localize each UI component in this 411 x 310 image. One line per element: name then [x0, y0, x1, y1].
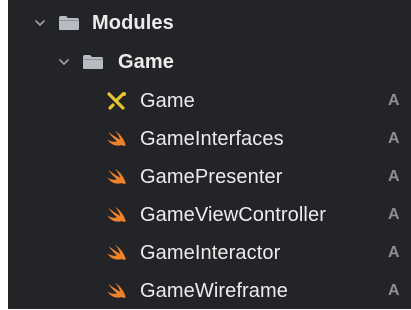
chevron-down-icon[interactable]: [34, 17, 46, 29]
group-label: Game: [118, 51, 174, 73]
file-row-gameinteractor[interactable]: GameInteractor A: [8, 234, 411, 272]
swift-icon: [107, 168, 126, 184]
file-label: GameInteractor: [140, 242, 281, 264]
status-badge: A: [388, 130, 400, 147]
folder-icon: [83, 55, 103, 69]
file-row-gamepresenter[interactable]: GamePresenter A: [8, 158, 411, 196]
swift-icon: [107, 244, 126, 260]
file-label: Game: [140, 90, 195, 112]
swift-icon: [107, 130, 126, 146]
file-label: GameInterfaces: [140, 128, 284, 150]
status-badge: A: [388, 282, 400, 299]
folder-icon: [59, 16, 79, 30]
swift-icon: [107, 282, 126, 298]
file-label: GameViewController: [140, 204, 326, 226]
swift-icon: [107, 206, 126, 222]
status-badge: A: [388, 206, 400, 223]
project-navigator: Modules Game Game A GameInterfaces A Gam…: [8, 0, 411, 309]
xib-icon: [107, 92, 126, 110]
file-row-game-xib[interactable]: Game A: [8, 82, 411, 120]
file-label: GameWireframe: [140, 280, 288, 302]
file-row-gamewireframe[interactable]: GameWireframe A: [8, 272, 411, 310]
group-label: Modules: [92, 12, 174, 34]
group-row-game[interactable]: Game: [8, 43, 411, 81]
chevron-down-icon[interactable]: [58, 56, 70, 68]
group-row-modules[interactable]: Modules: [8, 4, 411, 42]
file-row-gameviewcontroller[interactable]: GameViewController A: [8, 196, 411, 234]
status-badge: A: [388, 244, 400, 261]
file-label: GamePresenter: [140, 166, 283, 188]
file-row-gameinterfaces[interactable]: GameInterfaces A: [8, 120, 411, 158]
status-badge: A: [388, 168, 400, 185]
status-badge: A: [388, 92, 400, 109]
